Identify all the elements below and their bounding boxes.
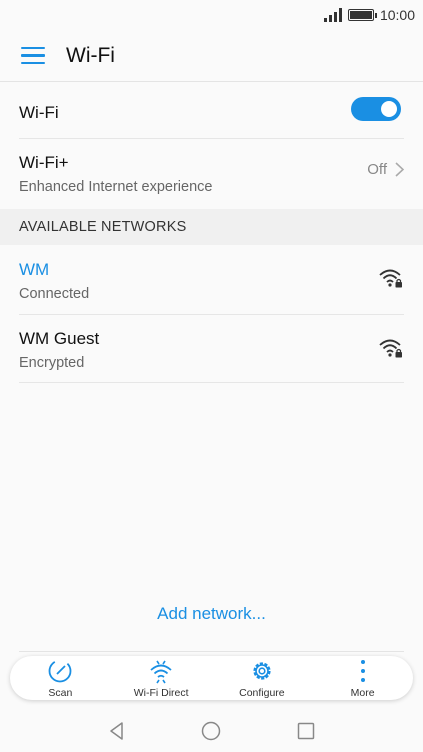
network-item[interactable]: WM Connected: [19, 245, 404, 315]
wifi-toggle-label: Wi-Fi: [19, 103, 59, 122]
page-title: Wi-Fi: [66, 43, 115, 67]
more-icon: [360, 660, 365, 682]
wifi-direct-label: Wi-Fi Direct: [133, 687, 189, 699]
wifi-toggle-row[interactable]: Wi-Fi: [19, 83, 404, 139]
section-header: AVAILABLE NETWORKS: [0, 209, 423, 245]
network-item[interactable]: WM Guest Encrypted: [19, 315, 404, 383]
more-button[interactable]: More: [312, 656, 413, 700]
network-name: WM Guest: [19, 329, 100, 348]
network-name: WM: [19, 260, 50, 279]
wifi-lock-icon: [379, 339, 402, 358]
menu-icon[interactable]: [21, 46, 45, 65]
wifi-plus-subtitle: Enhanced Internet experience: [19, 179, 213, 195]
network-status: Connected: [19, 286, 90, 302]
wifi-plus-value: Off: [367, 161, 404, 178]
wifi-plus-title: Wi-Fi+: [19, 153, 69, 172]
scan-label: Scan: [48, 687, 73, 699]
scan-icon: [48, 659, 72, 683]
configure-button[interactable]: Configure: [212, 656, 313, 700]
scan-button[interactable]: Scan: [10, 656, 111, 700]
recents-icon[interactable]: [295, 720, 317, 742]
wifi-direct-button[interactable]: Wi-Fi Direct: [111, 656, 212, 700]
navigation-bar: [0, 710, 423, 752]
wifi-switch[interactable]: [351, 97, 401, 121]
wifi-direct-icon: [150, 660, 172, 684]
chevron-right-icon: [395, 162, 404, 177]
bottom-action-bar: Scan Wi-Fi Direct Configure More: [10, 656, 413, 700]
configure-label: Configure: [239, 687, 285, 699]
app-bar: Wi-Fi: [0, 30, 423, 82]
more-label: More: [350, 687, 375, 699]
divider: [19, 651, 404, 652]
signal-icon: [323, 8, 342, 22]
back-icon[interactable]: [106, 720, 128, 742]
status-time: 10:00: [379, 7, 415, 23]
wifi-plus-row[interactable]: Wi-Fi+ Enhanced Internet experience Off: [19, 139, 404, 209]
battery-icon: [347, 9, 377, 21]
network-status: Encrypted: [19, 355, 85, 371]
gear-icon: [253, 662, 271, 680]
status-bar: 10:00: [0, 0, 423, 30]
add-network-link[interactable]: Add network...: [0, 604, 423, 624]
wifi-plus-value-text: Off: [367, 161, 387, 178]
wifi-lock-icon: [379, 269, 402, 288]
home-icon[interactable]: [200, 720, 222, 742]
